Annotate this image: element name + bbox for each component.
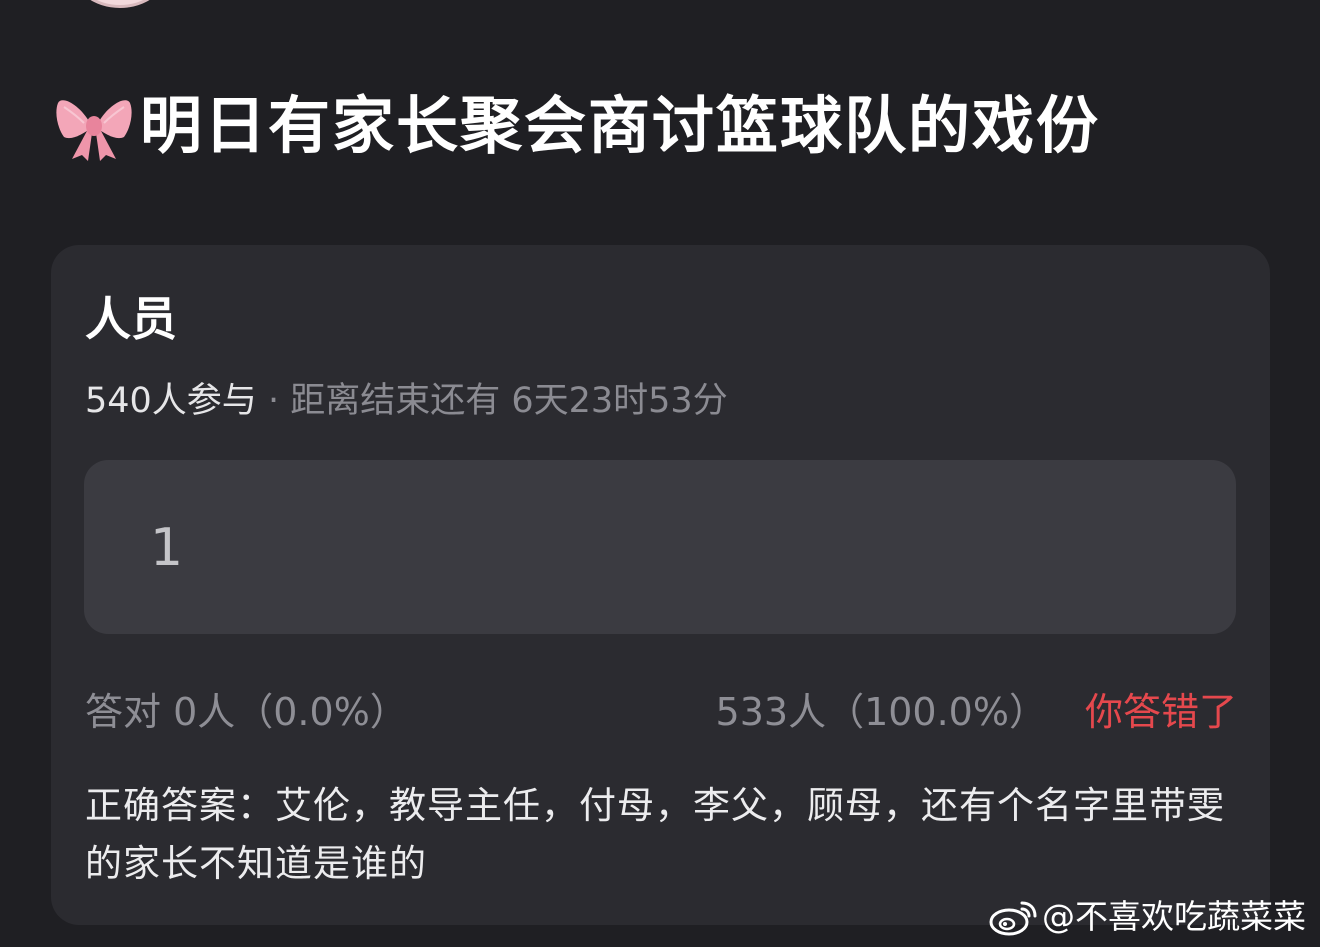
correct-count-stat: 答对 0人（0.0%）: [85, 690, 408, 734]
submitted-answer-box: 1: [84, 460, 1236, 634]
quiz-card: 人员 540人参与 · 距离结束还有 6天23时53分 1 答对 0人（0.0%…: [51, 245, 1270, 925]
verdict-label: 你答错了: [1084, 690, 1237, 734]
submitted-answer-value: 1: [150, 518, 184, 578]
weibo-icon: [989, 901, 1037, 936]
watermark-text: @不喜欢吃蔬菜菜: [1042, 897, 1306, 936]
deadline-countdown: 距离结束还有 6天23时53分: [290, 381, 728, 421]
quiz-meta: 540人参与 · 距离结束还有 6天23时53分: [85, 377, 728, 425]
post-title-row: 明日有家长聚会商讨篮球队的戏份: [54, 86, 1100, 166]
avatar[interactable]: [72, 0, 168, 8]
post-page: 明日有家长聚会商讨篮球队的戏份 人员 540人参与 · 距离结束还有 6天23时…: [0, 0, 1320, 947]
meta-separator: ·: [267, 381, 280, 421]
wrong-count-stat: 533人（100.0%）: [715, 690, 1047, 734]
watermark: @不喜欢吃蔬菜菜: [988, 897, 1306, 937]
correct-answer-text: 正确答案：艾伦，教导主任，付母，李父，顾母，还有个名字里带雯的家长不知道是谁的: [85, 784, 1225, 885]
result-stats-row: 答对 0人（0.0%） 533人（100.0%） 你答错了: [85, 685, 1237, 739]
ribbon-bow-icon: [56, 100, 132, 161]
post-title: 明日有家长聚会商讨篮球队的戏份: [140, 89, 1101, 162]
participant-count: 540人参与: [85, 381, 257, 421]
wrong-result: 533人（100.0%） 你答错了: [716, 685, 1237, 739]
quiz-question: 人员: [85, 292, 177, 346]
